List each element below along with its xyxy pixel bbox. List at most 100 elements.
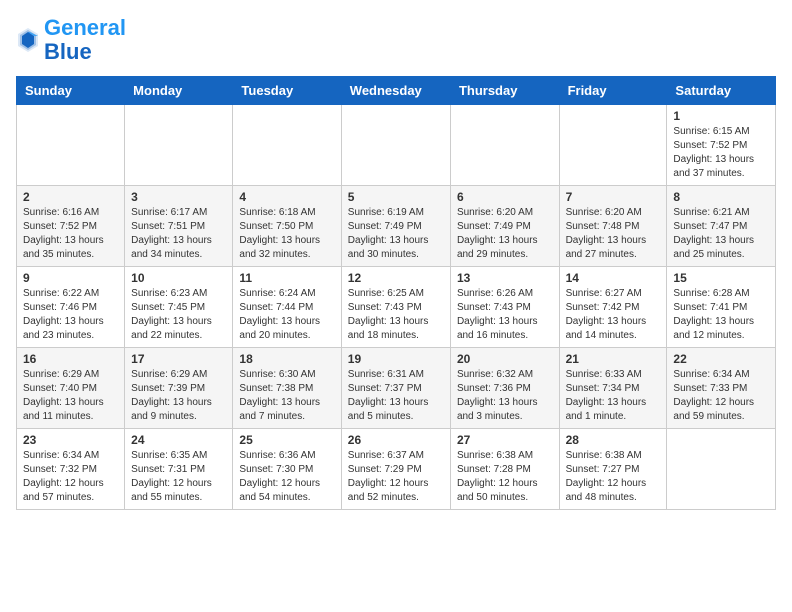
calendar-cell: 18 Sunrise: 6:30 AM Sunset: 7:38 PM Dayli… — [233, 348, 341, 429]
day-number: 20 — [457, 352, 553, 366]
day-info: Sunrise: 6:20 AM Sunset: 7:48 PM Dayligh… — [566, 206, 661, 262]
day-info: Sunrise: 6:30 AM Sunset: 7:38 PM Dayligh… — [239, 368, 334, 424]
day-info: Sunrise: 6:16 AM Sunset: 7:52 PM Dayligh… — [23, 206, 118, 262]
calendar-cell: 20 Sunrise: 6:32 AM Sunset: 7:36 PM Dayli… — [450, 348, 559, 429]
day-info: Sunrise: 6:27 AM Sunset: 7:42 PM Dayligh… — [566, 287, 661, 343]
day-info: Sunrise: 6:19 AM Sunset: 7:49 PM Dayligh… — [348, 206, 444, 262]
weekday-header-wednesday: Wednesday — [341, 77, 450, 105]
calendar-cell — [233, 105, 341, 186]
day-info: Sunrise: 6:37 AM Sunset: 7:29 PM Dayligh… — [348, 449, 444, 505]
day-info: Sunrise: 6:15 AM Sunset: 7:52 PM Dayligh… — [673, 125, 769, 181]
calendar-cell: 22Sunrise: 6:34 AM Sunset: 7:33 PM Dayli… — [667, 348, 776, 429]
calendar-table: SundayMondayTuesdayWednesdayThursdayFrid… — [16, 76, 776, 510]
day-number: 6 — [457, 190, 553, 204]
day-number: 16 — [23, 352, 118, 366]
day-info: Sunrise: 6:38 AM Sunset: 7:28 PM Dayligh… — [457, 449, 553, 505]
calendar-cell: 21 Sunrise: 6:33 AM Sunset: 7:34 PM Dayli… — [559, 348, 667, 429]
day-info: Sunrise: 6:34 AM Sunset: 7:32 PM Dayligh… — [23, 449, 118, 505]
day-number: 15 — [673, 271, 769, 285]
logo: General Blue — [16, 16, 126, 64]
day-number: 27 — [457, 433, 553, 447]
calendar-cell: 3 Sunrise: 6:17 AM Sunset: 7:51 PM Daylig… — [125, 186, 233, 267]
calendar-cell: 28Sunrise: 6:38 AM Sunset: 7:27 PM Dayli… — [559, 429, 667, 510]
calendar-week-row: 1 Sunrise: 6:15 AM Sunset: 7:52 PM Daylig… — [17, 105, 776, 186]
day-number: 12 — [348, 271, 444, 285]
calendar-cell — [559, 105, 667, 186]
calendar-cell: 9Sunrise: 6:22 AM Sunset: 7:46 PM Daylig… — [17, 267, 125, 348]
day-info: Sunrise: 6:33 AM Sunset: 7:34 PM Dayligh… — [566, 368, 661, 424]
day-number: 26 — [348, 433, 444, 447]
day-number: 11 — [239, 271, 334, 285]
day-number: 4 — [239, 190, 334, 204]
day-number: 13 — [457, 271, 553, 285]
day-info: Sunrise: 6:36 AM Sunset: 7:30 PM Dayligh… — [239, 449, 334, 505]
day-number: 3 — [131, 190, 226, 204]
day-info: Sunrise: 6:21 AM Sunset: 7:47 PM Dayligh… — [673, 206, 769, 262]
day-number: 2 — [23, 190, 118, 204]
day-info: Sunrise: 6:28 AM Sunset: 7:41 PM Dayligh… — [673, 287, 769, 343]
calendar-cell: 10Sunrise: 6:23 AM Sunset: 7:45 PM Dayli… — [125, 267, 233, 348]
day-info: Sunrise: 6:17 AM Sunset: 7:51 PM Dayligh… — [131, 206, 226, 262]
day-number: 5 — [348, 190, 444, 204]
calendar-cell: 24 Sunrise: 6:35 AM Sunset: 7:31 PM Dayli… — [125, 429, 233, 510]
day-number: 19 — [348, 352, 444, 366]
weekday-header-row: SundayMondayTuesdayWednesdayThursdayFrid… — [17, 77, 776, 105]
calendar-cell: 11 Sunrise: 6:24 AM Sunset: 7:44 PM Dayli… — [233, 267, 341, 348]
day-info: Sunrise: 6:20 AM Sunset: 7:49 PM Dayligh… — [457, 206, 553, 262]
calendar-cell — [17, 105, 125, 186]
day-number: 7 — [566, 190, 661, 204]
day-number: 24 — [131, 433, 226, 447]
day-info: Sunrise: 6:29 AM Sunset: 7:39 PM Dayligh… — [131, 368, 226, 424]
weekday-header-sunday: Sunday — [17, 77, 125, 105]
calendar-cell: 8 Sunrise: 6:21 AM Sunset: 7:47 PM Daylig… — [667, 186, 776, 267]
weekday-header-tuesday: Tuesday — [233, 77, 341, 105]
calendar-cell: 27 Sunrise: 6:38 AM Sunset: 7:28 PM Dayli… — [450, 429, 559, 510]
day-number: 8 — [673, 190, 769, 204]
day-number: 22 — [673, 352, 769, 366]
calendar-cell: 25 Sunrise: 6:36 AM Sunset: 7:30 PM Dayli… — [233, 429, 341, 510]
day-info: Sunrise: 6:18 AM Sunset: 7:50 PM Dayligh… — [239, 206, 334, 262]
calendar-cell: 4 Sunrise: 6:18 AM Sunset: 7:50 PM Daylig… — [233, 186, 341, 267]
day-info: Sunrise: 6:25 AM Sunset: 7:43 PM Dayligh… — [348, 287, 444, 343]
day-info: Sunrise: 6:26 AM Sunset: 7:43 PM Dayligh… — [457, 287, 553, 343]
calendar-cell: 5 Sunrise: 6:19 AM Sunset: 7:49 PM Daylig… — [341, 186, 450, 267]
calendar-week-row: 23 Sunrise: 6:34 AM Sunset: 7:32 PM Dayli… — [17, 429, 776, 510]
calendar-cell: 26 Sunrise: 6:37 AM Sunset: 7:29 PM Dayli… — [341, 429, 450, 510]
calendar-cell: 1 Sunrise: 6:15 AM Sunset: 7:52 PM Daylig… — [667, 105, 776, 186]
logo-icon — [16, 26, 40, 54]
day-info: Sunrise: 6:35 AM Sunset: 7:31 PM Dayligh… — [131, 449, 226, 505]
weekday-header-thursday: Thursday — [450, 77, 559, 105]
calendar-cell: 17Sunrise: 6:29 AM Sunset: 7:39 PM Dayli… — [125, 348, 233, 429]
day-info: Sunrise: 6:29 AM Sunset: 7:40 PM Dayligh… — [23, 368, 118, 424]
weekday-header-saturday: Saturday — [667, 77, 776, 105]
calendar-week-row: 9Sunrise: 6:22 AM Sunset: 7:46 PM Daylig… — [17, 267, 776, 348]
day-number: 18 — [239, 352, 334, 366]
calendar-cell: 2 Sunrise: 6:16 AM Sunset: 7:52 PM Daylig… — [17, 186, 125, 267]
day-number: 21 — [566, 352, 661, 366]
calendar-cell: 14 Sunrise: 6:27 AM Sunset: 7:42 PM Dayli… — [559, 267, 667, 348]
calendar-cell — [125, 105, 233, 186]
calendar-cell: 23 Sunrise: 6:34 AM Sunset: 7:32 PM Dayli… — [17, 429, 125, 510]
page-header: General Blue — [16, 16, 776, 64]
calendar-cell: 13 Sunrise: 6:26 AM Sunset: 7:43 PM Dayli… — [450, 267, 559, 348]
calendar-week-row: 2 Sunrise: 6:16 AM Sunset: 7:52 PM Daylig… — [17, 186, 776, 267]
day-info: Sunrise: 6:38 AM Sunset: 7:27 PM Dayligh… — [566, 449, 661, 505]
day-number: 14 — [566, 271, 661, 285]
weekday-header-friday: Friday — [559, 77, 667, 105]
calendar-cell — [341, 105, 450, 186]
day-info: Sunrise: 6:32 AM Sunset: 7:36 PM Dayligh… — [457, 368, 553, 424]
calendar-cell: 15 Sunrise: 6:28 AM Sunset: 7:41 PM Dayli… — [667, 267, 776, 348]
day-number: 9 — [23, 271, 118, 285]
day-number: 23 — [23, 433, 118, 447]
calendar-cell: 12 Sunrise: 6:25 AM Sunset: 7:43 PM Dayli… — [341, 267, 450, 348]
calendar-cell — [667, 429, 776, 510]
day-number: 10 — [131, 271, 226, 285]
day-info: Sunrise: 6:24 AM Sunset: 7:44 PM Dayligh… — [239, 287, 334, 343]
day-number: 1 — [673, 109, 769, 123]
day-number: 25 — [239, 433, 334, 447]
calendar-cell: 19Sunrise: 6:31 AM Sunset: 7:37 PM Dayli… — [341, 348, 450, 429]
weekday-header-monday: Monday — [125, 77, 233, 105]
calendar-cell — [450, 105, 559, 186]
calendar-cell: 6 Sunrise: 6:20 AM Sunset: 7:49 PM Daylig… — [450, 186, 559, 267]
calendar-cell: 7 Sunrise: 6:20 AM Sunset: 7:48 PM Daylig… — [559, 186, 667, 267]
